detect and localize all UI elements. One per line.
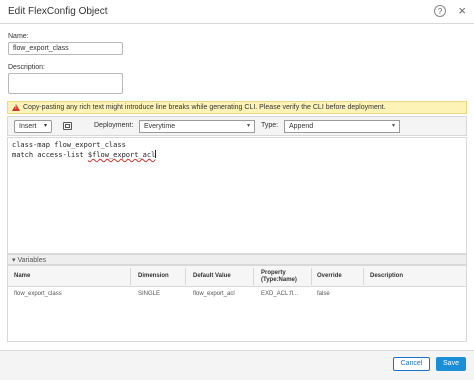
- expand-editor-icon[interactable]: [63, 122, 72, 130]
- column-header-property: Property (Type:Name): [261, 270, 297, 283]
- variables-section-toggle[interactable]: ▾ Variables: [7, 254, 467, 265]
- editor-toolbar: Insert ▾ Deployment: Everytime ▾ Type: A…: [7, 116, 467, 136]
- type-label: Type:: [261, 122, 279, 129]
- type-value: Append: [289, 123, 314, 130]
- chevron-down-icon: ▾: [246, 123, 250, 129]
- variables-table: Name Dimension Default Value Property (T…: [7, 265, 467, 342]
- dialog-titlebar: Edit FlexConfig Object ? ×: [0, 0, 474, 24]
- column-header-dimension: Dimension: [138, 273, 169, 279]
- chevron-down-icon: ▾: [43, 123, 47, 129]
- cancel-button[interactable]: Cancel: [393, 357, 430, 371]
- description-input[interactable]: [8, 73, 123, 94]
- cli-editor[interactable]: class-map flow_export_class match access…: [7, 137, 467, 254]
- column-header-default-value: Default Value: [193, 273, 231, 279]
- variables-header: ▾ Variables: [12, 257, 47, 264]
- cell-name: flow_export_class: [14, 291, 62, 297]
- deployment-label: Deployment:: [94, 122, 134, 129]
- editor-line-prefix: match access-list: [12, 151, 88, 159]
- text-cursor: [155, 150, 157, 158]
- cell-override: false: [317, 291, 330, 297]
- insert-label: Insert: [19, 123, 37, 130]
- column-header-override: Override: [317, 273, 342, 279]
- warning-triangle-icon: !: [12, 104, 20, 111]
- close-icon[interactable]: ×: [458, 3, 466, 18]
- editor-variable-token: $flow_export_acl: [87, 151, 156, 159]
- deployment-select[interactable]: Everytime ▾: [139, 120, 255, 133]
- insert-dropdown[interactable]: Insert ▾: [14, 120, 52, 133]
- description-label: Description:: [8, 64, 45, 71]
- column-header-name: Name: [14, 273, 31, 279]
- name-label: Name:: [8, 33, 29, 40]
- chevron-down-icon: ▾: [391, 123, 395, 129]
- deployment-value: Everytime: [144, 123, 176, 130]
- save-button[interactable]: Save: [436, 357, 466, 371]
- table-header: Name Dimension Default Value Property (T…: [8, 266, 466, 287]
- cell-default-value: flow_export_acl: [193, 291, 235, 297]
- dialog-title: Edit FlexConfig Object: [8, 6, 108, 17]
- cell-dimension: SINGLE: [138, 291, 161, 297]
- cell-property: EXD_ACL:fl...: [261, 291, 299, 297]
- type-select[interactable]: Append ▾: [284, 120, 400, 133]
- help-icon[interactable]: ?: [434, 5, 446, 17]
- warning-text: Copy-pasting any rich text might introdu…: [23, 104, 386, 111]
- name-input[interactable]: flow_export_class: [8, 42, 123, 55]
- editor-line: match access-list $flow_export_acl: [12, 150, 462, 160]
- editor-line: class-map flow_export_class: [12, 141, 126, 149]
- column-header-description: Description: [370, 273, 404, 279]
- warning-banner: ! Copy-pasting any rich text might intro…: [7, 101, 467, 114]
